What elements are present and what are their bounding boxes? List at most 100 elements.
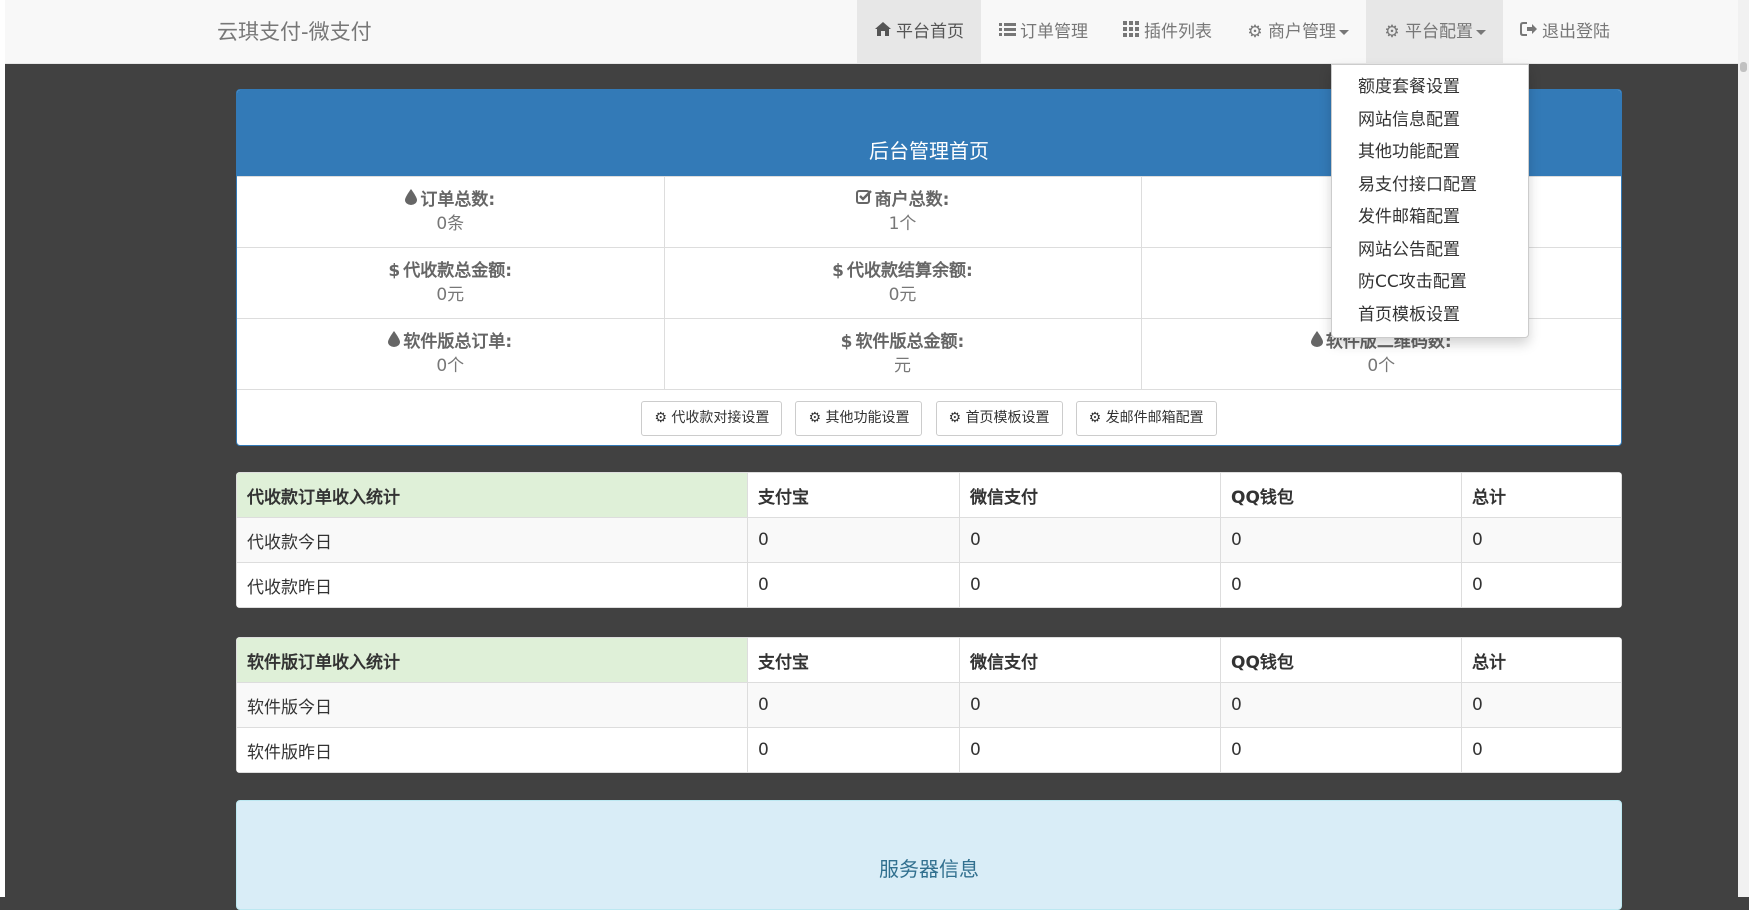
- stat-cell: $ 代收款总金额: 0元: [237, 247, 665, 319]
- grid-icon: [1122, 0, 1140, 64]
- table-cell: 0: [1220, 682, 1462, 728]
- table-header-row: 代收款订单收入统计 支付宝 微信支付 QQ钱包 总计: [236, 472, 1622, 518]
- page-left-edge: [0, 0, 5, 897]
- gear-icon: ⚙: [1247, 22, 1263, 42]
- table-cell: 0: [1461, 727, 1622, 773]
- collection-income-table: 代收款订单收入统计 支付宝 微信支付 QQ钱包 总计 代收款今日 0 0 0 0…: [236, 472, 1622, 608]
- table-header: 微信支付: [959, 472, 1221, 518]
- scrollbar-thumb[interactable]: [1740, 62, 1747, 72]
- drop-icon: [388, 330, 401, 354]
- gear-icon: ⚙: [808, 410, 826, 426]
- table-cell: 软件版今日: [236, 682, 748, 728]
- nav-home-label: 平台首页: [896, 22, 964, 42]
- gear-icon: ⚙: [654, 410, 672, 426]
- table-header: QQ钱包: [1220, 637, 1462, 683]
- table-cell: 0: [1220, 727, 1462, 773]
- stat-value-software-amount: 元: [894, 356, 911, 376]
- nav-orders-label: 订单管理: [1020, 22, 1088, 42]
- stat-value-software-qrcodes: 0个: [1367, 356, 1396, 376]
- stat-value-collection-balance: 0元: [888, 285, 917, 305]
- table-cell: 0: [959, 682, 1221, 728]
- nav-logout-label: 退出登陆: [1542, 22, 1610, 42]
- table-header: 总计: [1461, 472, 1622, 518]
- home-icon: [874, 0, 892, 64]
- drop-icon: [1310, 330, 1323, 354]
- platform-config-dropdown: 额度套餐设置 网站信息配置 其他功能配置 易支付接口配置 发件邮箱配置 网站公告…: [1331, 64, 1529, 338]
- caret-down-icon: [1339, 29, 1349, 35]
- logout-icon: [1520, 0, 1538, 64]
- stat-label-software-orders: 软件版总订单:: [403, 332, 513, 352]
- table-cell: 代收款昨日: [236, 562, 748, 608]
- table-cell: 0: [1461, 682, 1622, 728]
- caret-down-icon: [1476, 29, 1486, 35]
- table-cell: 软件版昨日: [236, 727, 748, 773]
- nav-platform-config[interactable]: ⚙ 平台配置: [1366, 0, 1503, 64]
- table-cell: 0: [747, 727, 960, 773]
- dropdown-item-other-functions[interactable]: 其他功能配置: [1332, 136, 1528, 169]
- stat-value-collection-total: 0元: [436, 285, 465, 305]
- brand-title[interactable]: 云琪支付-微支付: [217, 0, 372, 64]
- dropdown-item-anti-cc[interactable]: 防CC攻击配置: [1332, 266, 1528, 299]
- nav-plugins[interactable]: 插件列表: [1105, 0, 1229, 64]
- software-income-table: 软件版订单收入统计 支付宝 微信支付 QQ钱包 总计 软件版今日 0 0 0 0…: [236, 637, 1622, 773]
- nav-home[interactable]: 平台首页: [857, 0, 981, 64]
- server-info-title: 服务器信息: [879, 857, 979, 881]
- table-row: 软件版今日 0 0 0 0: [236, 682, 1622, 728]
- table-cell: 0: [1220, 562, 1462, 608]
- stat-label-collection-balance: 代收款结算余额:: [847, 261, 973, 281]
- table-header: 支付宝: [747, 472, 960, 518]
- dropdown-item-site-notice[interactable]: 网站公告配置: [1332, 234, 1528, 267]
- stat-cell: $ 软件版总金额: 元: [664, 318, 1142, 389]
- table-row: 代收款昨日 0 0 0 0: [236, 562, 1622, 608]
- home-template-settings-button[interactable]: ⚙ 首页模板设置: [935, 401, 1063, 436]
- nav-orders[interactable]: 订单管理: [981, 0, 1105, 64]
- dropdown-item-sender-email[interactable]: 发件邮箱配置: [1332, 201, 1528, 234]
- server-info-panel: 服务器信息: [236, 800, 1622, 910]
- gear-icon: ⚙: [1384, 22, 1400, 42]
- stat-cell: 订单总数: 0条: [237, 176, 665, 248]
- stat-value-total-merchants: 1个: [888, 214, 917, 234]
- table-header: 微信支付: [959, 637, 1221, 683]
- main-nav: 平台首页 订单管理 插件列表 ⚙ 商户管理 ⚙ 平台配置 退出登陆: [857, 0, 1627, 64]
- dropdown-item-site-info[interactable]: 网站信息配置: [1332, 104, 1528, 137]
- stat-cell: $ 代收款结算余额: 0元: [664, 247, 1142, 319]
- table-header: 总计: [1461, 637, 1622, 683]
- table-cell: 0: [959, 562, 1221, 608]
- dropdown-item-epay-api[interactable]: 易支付接口配置: [1332, 169, 1528, 202]
- dropdown-item-quota-package[interactable]: 额度套餐设置: [1332, 71, 1528, 104]
- nav-plugins-label: 插件列表: [1144, 22, 1212, 42]
- nav-merchants[interactable]: ⚙ 商户管理: [1229, 0, 1366, 64]
- drop-icon: [405, 188, 418, 212]
- other-functions-settings-button[interactable]: ⚙ 其他功能设置: [795, 401, 923, 436]
- nav-logout[interactable]: 退出登陆: [1503, 0, 1627, 64]
- dollar-icon: $: [388, 261, 401, 281]
- table-header: QQ钱包: [1220, 472, 1462, 518]
- nav-merchants-label: 商户管理: [1268, 22, 1336, 42]
- stat-cell: 软件版总订单: 0个: [237, 318, 665, 389]
- table-cell: 0: [747, 562, 960, 608]
- dollar-icon: $: [832, 261, 845, 281]
- dropdown-item-home-template[interactable]: 首页模板设置: [1332, 299, 1528, 332]
- nav-platform-config-label: 平台配置: [1405, 22, 1473, 42]
- table-header: 支付宝: [747, 637, 960, 683]
- check-square-icon: [855, 188, 872, 212]
- gear-icon: ⚙: [1088, 410, 1106, 426]
- dollar-icon: $: [840, 332, 853, 352]
- page-scrollbar[interactable]: [1738, 0, 1749, 897]
- table-header-row: 软件版订单收入统计 支付宝 微信支付 QQ钱包 总计: [236, 637, 1622, 683]
- table-header: 软件版订单收入统计: [236, 637, 748, 683]
- gear-icon: ⚙: [948, 410, 966, 426]
- table-cell: 0: [747, 517, 960, 563]
- table-row: 软件版昨日 0 0 0 0: [236, 727, 1622, 773]
- stat-label-total-orders: 订单总数:: [420, 190, 496, 210]
- stat-label-total-merchants: 商户总数:: [874, 190, 950, 210]
- collection-api-settings-button[interactable]: ⚙ 代收款对接设置: [641, 401, 783, 436]
- table-cell: 0: [1461, 517, 1622, 563]
- settings-button-row: ⚙ 代收款对接设置 ⚙ 其他功能设置 ⚙ 首页模板设置 ⚙ 发邮件邮箱配置: [237, 389, 1621, 445]
- sender-email-settings-button[interactable]: ⚙ 发邮件邮箱配置: [1075, 401, 1217, 436]
- stat-value-total-orders: 0条: [436, 214, 465, 234]
- top-navbar: 云琪支付-微支付 平台首页 订单管理 插件列表 ⚙ 商户管理 ⚙ 平台配置 退出登陆: [5, 0, 1738, 64]
- table-cell: 0: [959, 517, 1221, 563]
- stat-label-collection-total: 代收款总金额:: [403, 261, 513, 281]
- list-icon: [998, 0, 1016, 64]
